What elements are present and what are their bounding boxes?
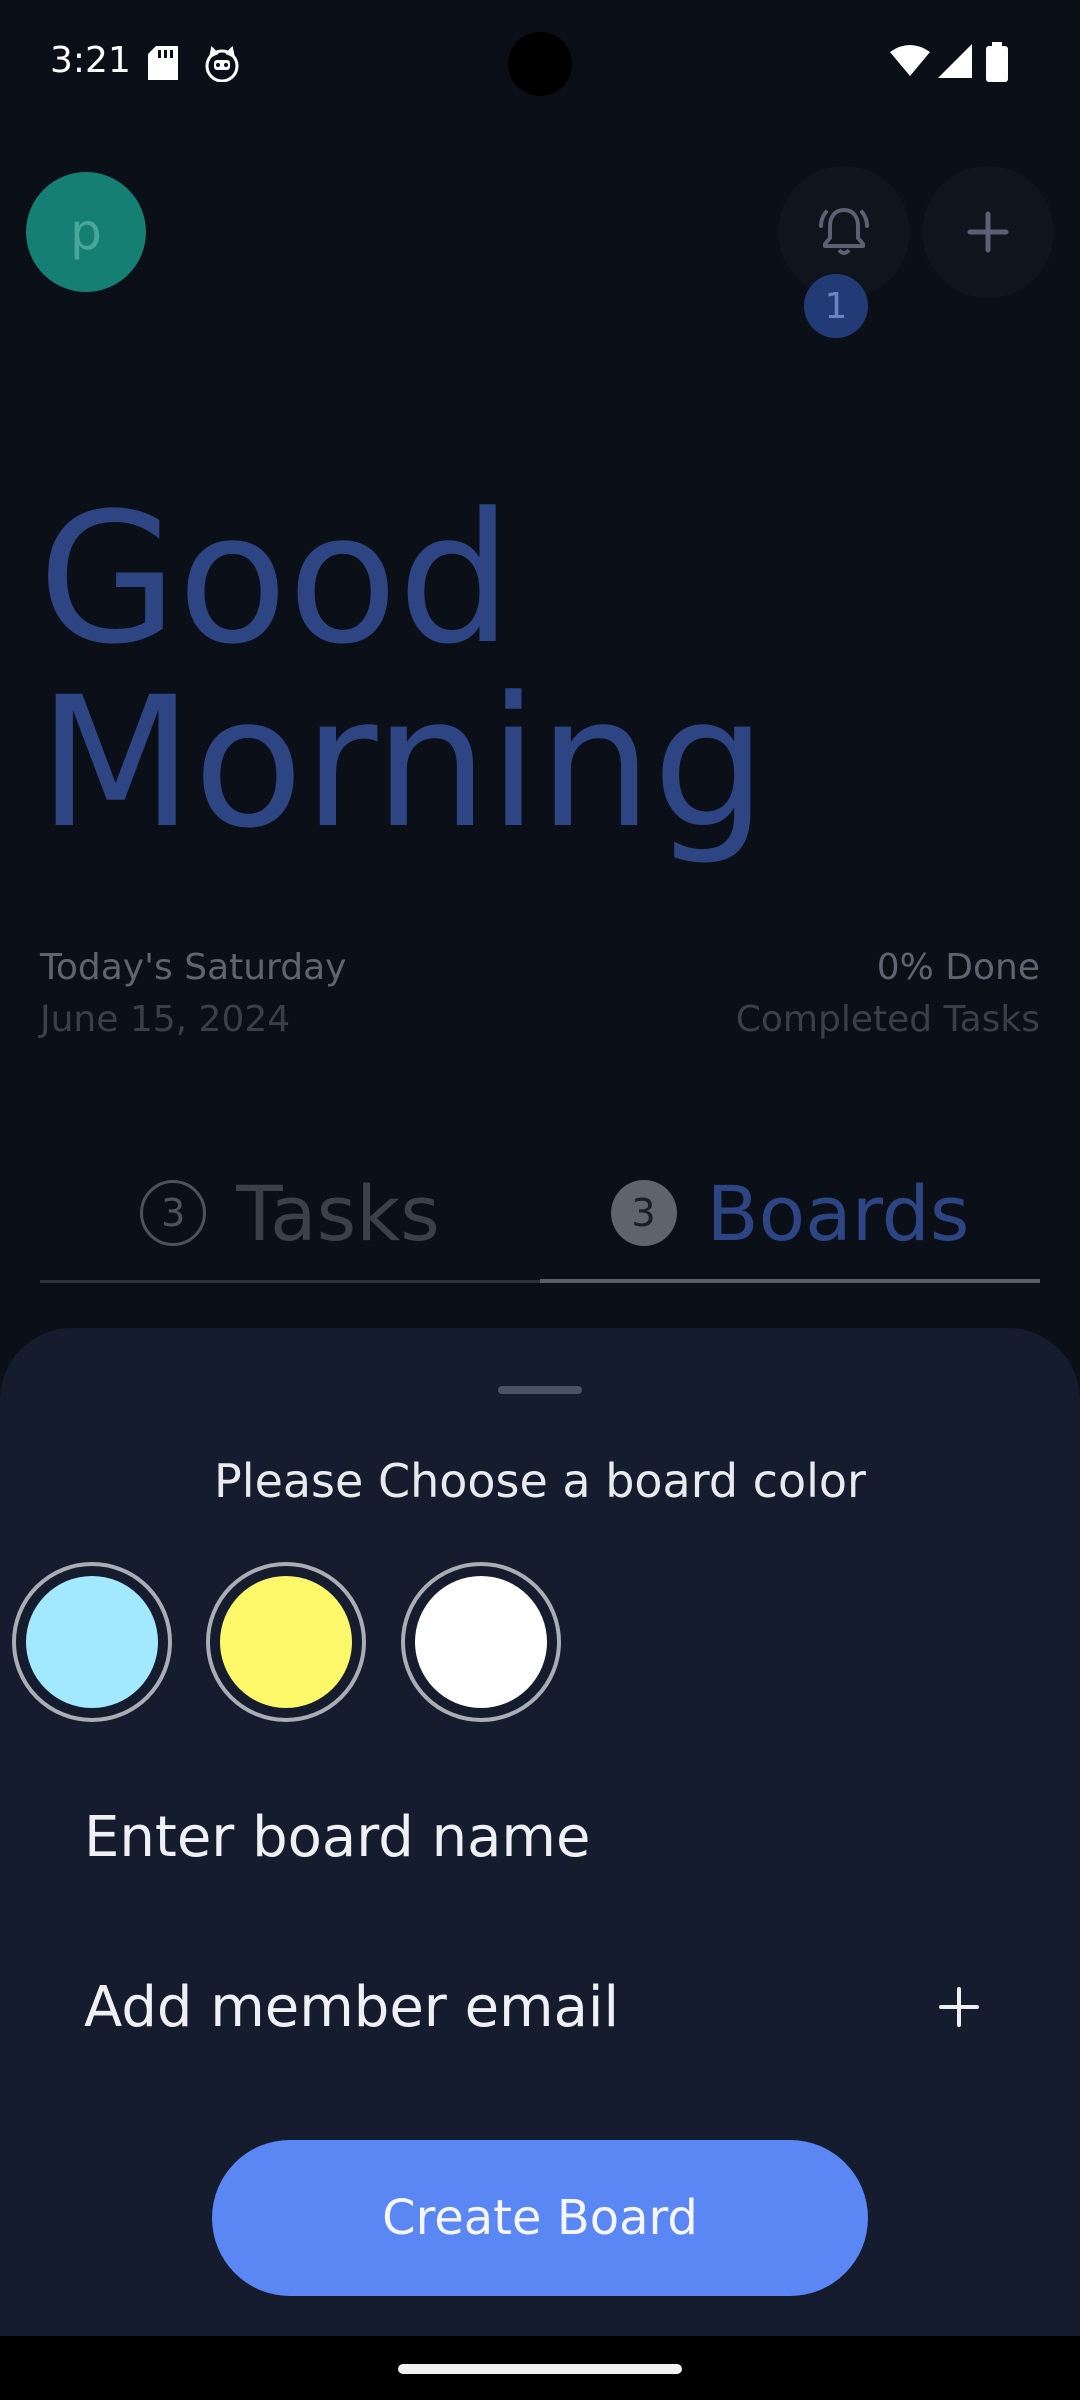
battery-icon — [986, 42, 1008, 82]
sd-card-icon — [148, 46, 178, 80]
add-member-button[interactable] — [922, 1970, 996, 2044]
sheet-title: Please Choose a board color — [214, 1454, 866, 1508]
signal-icon — [938, 44, 972, 78]
board-name-input[interactable] — [84, 1804, 864, 1870]
notification-badge: 1 — [804, 274, 868, 338]
color-swatch-white[interactable] — [401, 1562, 561, 1722]
camera-cutout — [508, 32, 572, 96]
day-label: Today's Saturday — [40, 947, 347, 988]
wifi-icon — [890, 45, 930, 76]
tab-tasks-label: Tasks — [236, 1168, 440, 1258]
bell-icon — [819, 208, 869, 255]
board-name-field — [84, 1792, 996, 1882]
greeting-line-2: Morning — [38, 659, 767, 868]
create-board-sheet: Please Choose a board color Create Board — [0, 1328, 1080, 2336]
home-indicator[interactable] — [398, 2364, 682, 2374]
tab-boards-label: Boards — [706, 1168, 970, 1258]
create-board-button[interactable]: Create Board — [212, 2140, 868, 2296]
date-summary: Today's Saturday June 15, 2024 — [40, 942, 346, 1046]
avatar[interactable]: p — [26, 172, 146, 292]
tab-boards[interactable]: 3 Boards — [540, 1150, 1040, 1276]
color-swatch-yellow[interactable] — [206, 1562, 366, 1722]
tab-bar: 3 Tasks 3 Boards — [40, 1150, 1040, 1286]
tab-active-indicator — [540, 1279, 1040, 1283]
progress-value: 0% Done — [876, 947, 1040, 988]
plus-icon — [967, 211, 1009, 253]
progress-summary: 0% Done Completed Tasks — [736, 942, 1040, 1046]
screen: 3:21 p 1 Good Morning Today's Saturday J… — [0, 0, 1080, 2400]
color-swatch-fill — [26, 1576, 158, 1708]
color-swatch-cyan[interactable] — [12, 1562, 172, 1722]
progress-label: Completed Tasks — [735, 999, 1040, 1040]
boards-count-badge: 3 — [610, 1180, 677, 1246]
color-swatch-fill — [220, 1576, 352, 1708]
status-bar: 3:21 — [0, 0, 1080, 128]
member-email-input[interactable] — [84, 1974, 864, 2040]
navigation-bar — [0, 2336, 1080, 2400]
add-button[interactable] — [922, 166, 1054, 298]
status-time: 3:21 — [50, 40, 131, 81]
greeting-line-1: Good — [38, 475, 512, 684]
color-swatch-fill — [415, 1576, 547, 1708]
tasks-count-badge: 3 — [140, 1180, 207, 1246]
tab-tasks[interactable]: 3 Tasks — [40, 1150, 540, 1276]
date-label: June 15, 2024 — [40, 999, 291, 1040]
cat-icon — [205, 46, 239, 82]
drag-handle[interactable] — [498, 1386, 582, 1394]
member-email-field — [84, 1962, 996, 2052]
plus-icon — [939, 1987, 979, 2027]
greeting: Good Morning — [38, 488, 1038, 856]
